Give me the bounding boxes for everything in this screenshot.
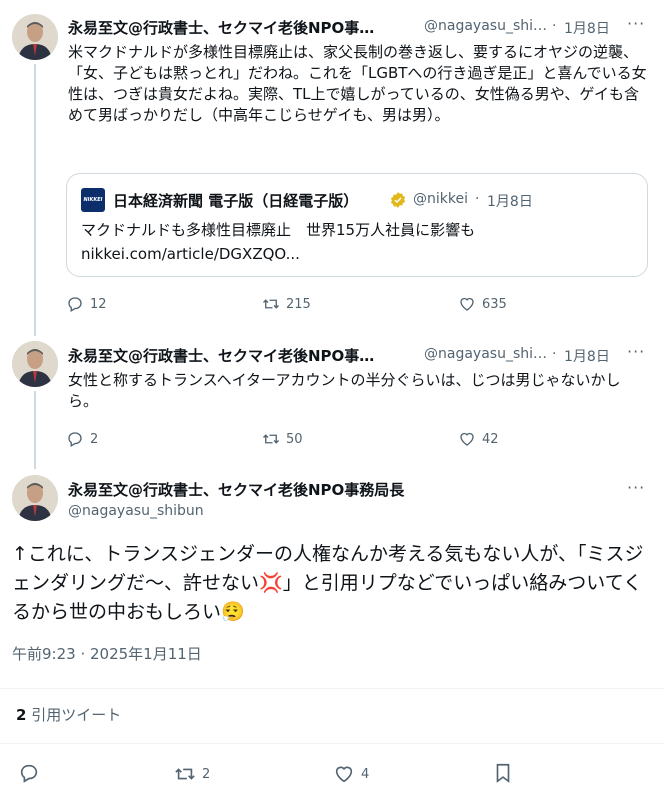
quote-label: 引用ツイート — [31, 706, 122, 724]
bookmark-icon — [496, 763, 510, 783]
retweet-icon — [175, 768, 195, 780]
tweet-text: 米マクドナルドが多様性目標廃止は、家父長制の巻き返し、要するにオヤジの逆襲、「女… — [68, 43, 647, 124]
like-button[interactable]: 4 — [333, 763, 369, 785]
quote-text: マクドナルドも多様性目標廃止 世界15万人社員に影響も — [81, 221, 476, 239]
exhale-face-emoji: 😮‍💨 — [221, 601, 245, 623]
tweet-date[interactable]: 1月8日 — [564, 18, 610, 38]
avatar-image — [12, 475, 58, 521]
retweet-count: 215 — [286, 296, 311, 312]
main-tweet-text: ↑これに、トランスジェンダーの人権なんか考える気もない人が、「ミスジェンダリング… — [12, 540, 652, 627]
author-handle[interactable]: @nagayasu_shi… — [424, 346, 547, 362]
retweet-icon — [263, 299, 279, 309]
tweet-text: 女性と称するトランスヘイターアカウントの半分ぐらいは、じつは男じゃないかしら。 — [68, 371, 621, 410]
like-icon — [335, 766, 353, 783]
reply-button[interactable]: 2 — [66, 430, 98, 448]
reply-count: 12 — [90, 296, 107, 312]
retweet-count: 2 — [202, 766, 211, 782]
retweet-button[interactable]: 2 — [174, 763, 210, 785]
quote-count: 2 — [16, 706, 27, 724]
avatar-image — [12, 341, 58, 387]
meta-dot: · — [552, 346, 557, 362]
author-handle[interactable]: @nagayasu_shi… — [424, 18, 547, 34]
like-icon — [460, 432, 474, 446]
more-icon[interactable]: ··· — [627, 342, 645, 361]
nikkei-logo-icon: NIKKEI — [81, 188, 105, 212]
author-name[interactable]: 永易至文@行政書士、セクマイ老後NPO事務局長 — [68, 479, 404, 500]
like-button[interactable]: 635 — [458, 295, 507, 313]
more-icon[interactable]: ··· — [627, 478, 645, 497]
quote-handle: @nikkei — [413, 191, 468, 207]
author-avatar[interactable] — [12, 341, 58, 387]
reply-icon — [68, 297, 82, 312]
author-avatar[interactable] — [12, 475, 58, 521]
verified-badge-icon — [389, 191, 407, 209]
reply-button[interactable]: 12 — [66, 295, 107, 313]
divider — [0, 743, 664, 744]
retweet-button[interactable]: 215 — [262, 295, 311, 313]
reply-count: 2 — [90, 431, 99, 447]
retweet-icon — [263, 434, 279, 444]
thread-connector — [34, 64, 36, 336]
quote-link[interactable]: nikkei.com/article/DGXZQO... — [81, 244, 631, 265]
like-count: 635 — [482, 296, 507, 312]
bookmark-button[interactable] — [492, 762, 514, 784]
reply-button[interactable] — [18, 762, 40, 784]
like-icon — [460, 297, 474, 311]
thread-connector — [34, 391, 36, 469]
author-avatar[interactable] — [12, 14, 58, 60]
more-icon[interactable]: ··· — [627, 14, 645, 33]
quote-date: 1月8日 — [487, 194, 533, 210]
author-handle[interactable]: @nagayasu_shibun — [68, 503, 204, 519]
like-count: 42 — [482, 431, 499, 447]
tweet-date[interactable]: 1月8日 — [564, 346, 610, 366]
anger-emoji: 💢 — [259, 572, 283, 594]
tweet-timestamp[interactable]: 午前9:23 · 2025年1月11日 — [12, 643, 202, 664]
author-name[interactable]: 永易至文@行政書士、セクマイ老後NPO事… — [68, 17, 374, 38]
meta-dot: · — [552, 18, 557, 34]
reply-icon — [68, 432, 82, 447]
quote-meta-dot: · — [475, 191, 480, 207]
author-name[interactable]: 永易至文@行政書士、セクマイ老後NPO事… — [68, 345, 374, 366]
reply-icon — [20, 764, 38, 783]
avatar-image — [12, 14, 58, 60]
retweet-button[interactable]: 50 — [262, 430, 303, 448]
like-button[interactable]: 42 — [458, 430, 499, 448]
quoted-tweet-card[interactable]: NIKKEI 日本経済新聞 電子版（日経電子版） @nikkei · 1月8日 … — [66, 173, 648, 277]
quote-source-name: 日本経済新聞 電子版（日経電子版） — [113, 192, 359, 210]
retweet-count: 50 — [286, 431, 303, 447]
divider — [0, 688, 664, 689]
quote-tweets-link[interactable]: 2 引用ツイート — [16, 704, 121, 725]
like-count: 4 — [361, 766, 370, 782]
